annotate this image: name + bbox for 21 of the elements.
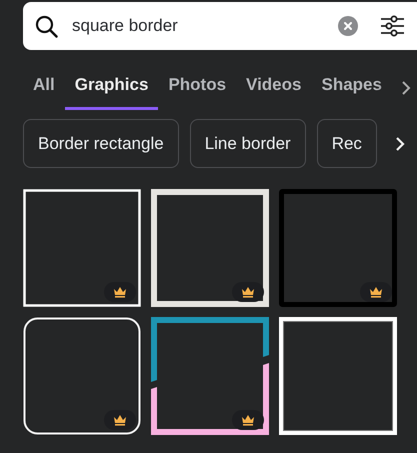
crown-icon <box>241 286 255 298</box>
search-icon <box>35 14 58 38</box>
chevron-right-icon <box>401 80 411 96</box>
crown-icon <box>369 286 383 298</box>
tab[interactable]: Graphics <box>64 71 158 110</box>
suggestion-chip[interactable]: Line border <box>190 119 306 168</box>
chevron-right-icon <box>395 136 405 152</box>
crown-icon <box>113 286 127 298</box>
crown-icon <box>241 414 255 426</box>
suggestion-chip[interactable]: Border rectangle <box>23 119 179 168</box>
crown-icon <box>113 414 127 426</box>
clear-icon[interactable] <box>338 16 358 36</box>
search-text: square border <box>72 16 179 36</box>
search-field[interactable]: square border <box>23 2 417 50</box>
tab[interactable]: Videos <box>236 71 312 110</box>
border-graphic[interactable] <box>151 317 269 435</box>
suggestion-chip[interactable]: Rec <box>316 119 377 168</box>
tab[interactable]: All <box>23 71 65 110</box>
tab[interactable]: Shapes <box>311 71 392 110</box>
tab[interactable]: Photos <box>158 71 236 110</box>
filter-settings-icon[interactable] <box>380 15 405 37</box>
